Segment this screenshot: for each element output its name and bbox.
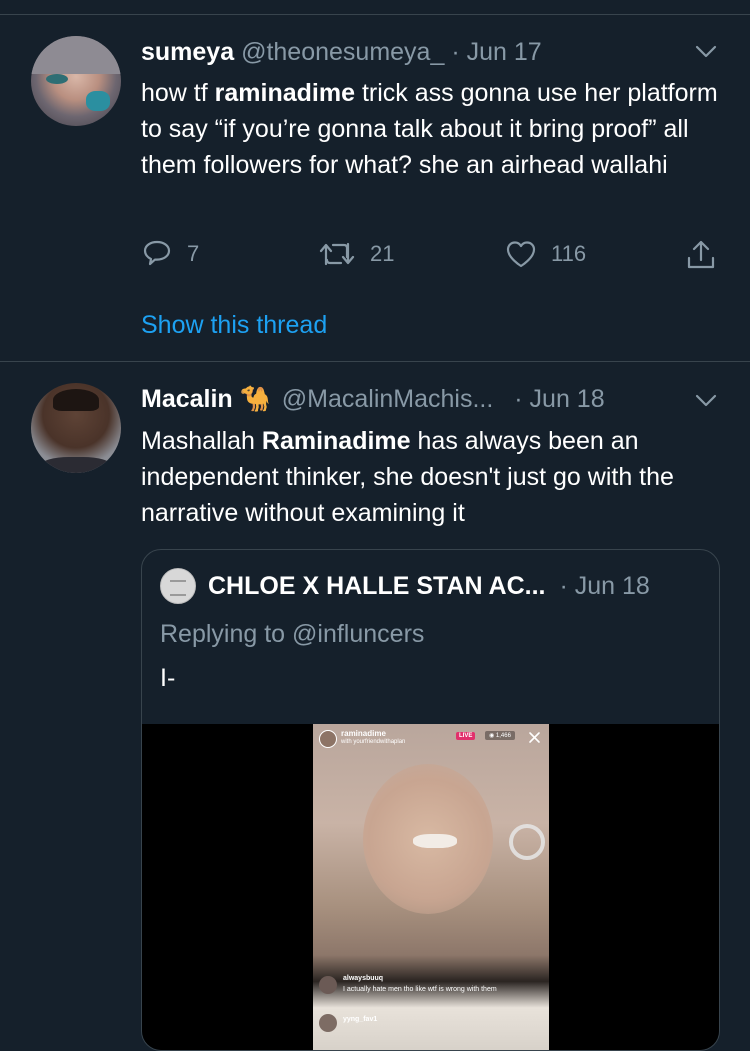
reply-button[interactable]: 7 [141,238,199,270]
retweet-count: 21 [370,241,395,266]
replying-to: Replying to @influncers [160,620,425,648]
chevron-down-icon[interactable] [694,44,718,60]
comment-text: I actually hate men tho like wtf is wron… [343,986,497,993]
display-name[interactable]: sumeya [141,38,234,66]
avatar[interactable] [31,36,121,126]
stream-username: raminadime [341,729,386,738]
reply-count: 7 [187,241,200,266]
timestamp[interactable]: · Jun 17 [451,38,541,66]
mouth [413,834,457,848]
tweet-divider [0,361,750,362]
chevron-down-icon[interactable] [694,393,718,409]
tweet-text: how tf raminadime trick ass gonna use he… [141,75,731,183]
stream-avatar [319,730,337,748]
reply-icon [143,240,171,266]
quoted-display-name[interactable]: CHLOE X HALLE STAN AC... [208,572,546,601]
like-count: 116 [551,241,587,266]
quoted-timestamp[interactable]: · Jun 18 [560,572,650,601]
avatar-eye [46,74,68,84]
comment-avatar [319,976,337,994]
tweet-text: Mashallah Raminadime has always been an … [141,423,731,531]
comment-user: alwaysbuuq [343,975,384,982]
video-player[interactable]: raminadime with yourfriendwithaplan LIVE… [142,724,719,1050]
heart-icon [506,241,536,268]
avatar[interactable] [31,383,121,473]
mention[interactable]: raminadime [215,79,355,107]
share-button[interactable] [684,238,732,272]
handle[interactable]: @MacalinMachis... [282,385,494,413]
avatar-hair [53,389,99,411]
share-icon [687,240,715,269]
stream-subtitle: with yourfriendwithaplan [341,739,406,745]
viewer-count-badge: ◉ 1,466 [485,731,515,740]
avatar-hand [86,91,110,111]
timestamp[interactable]: · Jun 18 [514,385,604,413]
viewer-count: 1,466 [495,733,511,739]
close-icon[interactable] [528,731,541,744]
live-badge: LIVE [456,732,476,740]
eye-icon: ◉ [489,733,496,739]
like-button[interactable]: 116 [505,238,586,270]
live-stream-frame: raminadime with yourfriendwithaplan LIVE… [313,724,549,1050]
text-prefix: how tf [141,79,215,107]
tweet-header: sumeya @theonesumeya_ · Jun 17 [141,38,542,67]
quoted-text: I- [160,664,176,692]
avatar-lines [170,580,186,596]
camel-emoji: 🐪 [239,385,271,413]
avatar-shirt [41,457,111,473]
retweet-button[interactable]: 21 [318,238,394,270]
quoted-tweet[interactable]: CHLOE X HALLE STAN AC... · Jun 18 Replyi… [141,549,720,1051]
tweet-header: Macalin 🐪 @MacalinMachis... · Jun 18 [141,385,605,414]
lens-circle [509,824,545,860]
handle[interactable]: @theonesumeya_ [241,38,444,66]
retweet-icon [319,242,355,266]
quoted-avatar[interactable] [160,568,196,604]
show-thread-link[interactable]: Show this thread [141,311,327,340]
top-divider [0,14,750,15]
display-name[interactable]: Macalin [141,385,233,413]
comment-user-2: yyng_fav1 [343,1016,378,1023]
mention[interactable]: Raminadime [262,427,411,455]
text-prefix: Mashallah [141,427,262,455]
quoted-header: CHLOE X HALLE STAN AC... · Jun 18 [160,568,650,604]
avatar-hijab [31,36,121,74]
comment-avatar-2 [319,1014,337,1032]
